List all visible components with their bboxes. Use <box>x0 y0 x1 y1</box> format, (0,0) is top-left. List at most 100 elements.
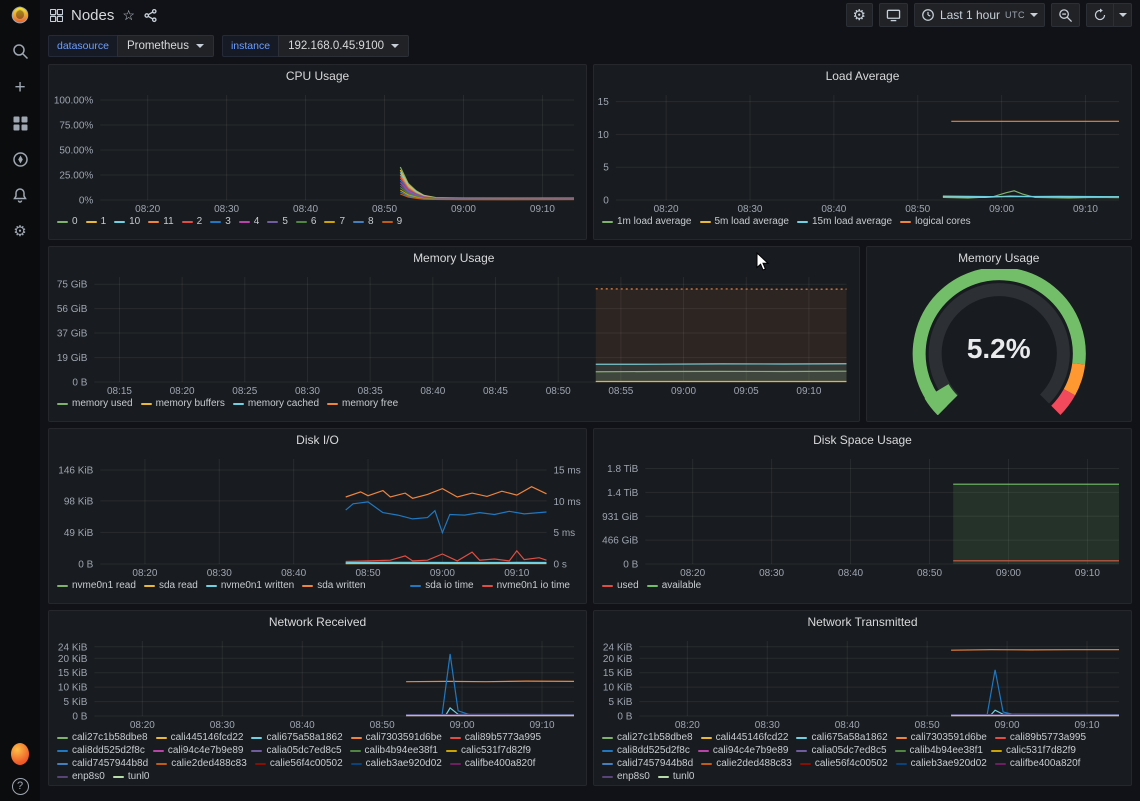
legend-item[interactable]: 1 <box>86 216 107 227</box>
legend-item[interactable]: calie2ded488c83 <box>156 758 247 769</box>
legend-item[interactable]: calie2ded488c83 <box>701 758 792 769</box>
datasource-select[interactable]: Prometheus <box>117 35 214 57</box>
memory-gauge[interactable]: 5.2% <box>867 269 1132 421</box>
legend-item[interactable]: sda io time <box>410 580 473 591</box>
legend-item[interactable]: 15m load average <box>797 216 892 227</box>
legend-item[interactable]: cali7303591d6be <box>896 732 987 743</box>
explore-icon[interactable] <box>11 150 29 168</box>
legend-item[interactable]: enp8s0 <box>602 771 650 782</box>
panel-title[interactable]: Disk Space Usage <box>594 429 1131 451</box>
legend-item[interactable]: nvme0n1 read <box>57 580 136 591</box>
network-transmitted-chart[interactable]: 08:2008:3008:4008:5009:0009:100 B5 KiB10… <box>594 633 1131 731</box>
legend-item[interactable]: califbe400a820f <box>995 758 1081 769</box>
legend-item[interactable]: cali89b5773a995 <box>995 732 1086 743</box>
load-average-chart[interactable]: 08:2008:3008:4008:5009:0009:10051015 <box>594 87 1131 215</box>
legend-item[interactable]: calic531f7d82f9 <box>991 745 1076 756</box>
search-icon[interactable] <box>11 42 29 60</box>
legend-item[interactable]: calie56f4c00502 <box>255 758 343 769</box>
legend-item[interactable]: 7 <box>324 216 345 227</box>
legend-item[interactable]: 0 <box>57 216 78 227</box>
cycle-view-button[interactable] <box>879 3 908 27</box>
legend-item[interactable]: calieb3ae920d02 <box>896 758 987 769</box>
legend-item[interactable]: 3 <box>210 216 231 227</box>
legend-item[interactable]: 1m load average <box>602 216 692 227</box>
panel-title[interactable]: Network Transmitted <box>594 611 1131 633</box>
legend-item[interactable]: memory buffers <box>141 398 225 409</box>
legend-label: cali89b5773a995 <box>1010 732 1086 743</box>
panel-title[interactable]: Memory Usage <box>867 247 1132 269</box>
legend-item[interactable]: cali27c1b58dbe8 <box>602 732 693 743</box>
legend-item[interactable]: calia05dc7ed8c5 <box>251 745 341 756</box>
legend-item[interactable]: calieb3ae920d02 <box>351 758 442 769</box>
legend-item[interactable]: calid7457944b8d <box>602 758 693 769</box>
configuration-icon[interactable]: ⚙ <box>11 222 29 240</box>
panel-title[interactable]: Network Received <box>49 611 586 633</box>
refresh-interval-button[interactable] <box>1114 3 1132 27</box>
network-received-chart[interactable]: 08:2008:3008:4008:5009:0009:100 B5 KiB10… <box>49 633 586 731</box>
legend-item[interactable]: cali675a58a1862 <box>251 732 342 743</box>
legend-item[interactable]: used <box>602 580 639 591</box>
time-range-picker[interactable]: Last 1 hour UTC <box>914 3 1045 27</box>
legend-item[interactable]: califbe400a820f <box>450 758 536 769</box>
panel-title[interactable]: Memory Usage <box>49 247 859 269</box>
legend-item[interactable]: 5m load average <box>700 216 790 227</box>
legend-item[interactable]: 4 <box>239 216 260 227</box>
refresh-button[interactable] <box>1086 3 1114 27</box>
legend-item[interactable]: nvme0n1 written <box>206 580 294 591</box>
zoom-out-button[interactable] <box>1051 3 1080 27</box>
dashboard-settings-button[interactable]: ⚙ <box>846 3 873 27</box>
legend-item[interactable]: cali8dd525d2f8c <box>602 745 690 756</box>
legend-item[interactable]: sda written <box>302 580 365 591</box>
legend-item[interactable]: calib4b94ee38f1 <box>895 745 983 756</box>
legend-item[interactable]: cali8dd525d2f8c <box>57 745 145 756</box>
legend-item[interactable]: calia05dc7ed8c5 <box>796 745 886 756</box>
legend-item[interactable]: 5 <box>267 216 288 227</box>
legend-item[interactable]: cali7303591d6be <box>351 732 442 743</box>
star-icon[interactable]: ☆ <box>122 8 135 22</box>
legend-item[interactable]: nvme0n1 io time <box>482 580 570 591</box>
legend-item[interactable]: calib4b94ee38f1 <box>350 745 438 756</box>
create-icon[interactable]: + <box>11 78 29 96</box>
legend-item[interactable]: 2 <box>182 216 203 227</box>
legend-item[interactable]: 8 <box>353 216 374 227</box>
legend-item[interactable]: 9 <box>382 216 403 227</box>
disk-io-chart[interactable]: 08:2008:3008:4008:5009:0009:100 B49 KiB9… <box>49 451 586 579</box>
legend-item[interactable]: cali94c4e7b9e89 <box>153 745 244 756</box>
instance-select[interactable]: 192.168.0.45:9100 <box>278 35 409 57</box>
user-avatar[interactable] <box>11 745 29 763</box>
legend-item[interactable]: calid7457944b8d <box>57 758 148 769</box>
help-icon[interactable]: ? <box>11 777 29 795</box>
dashboards-icon[interactable] <box>11 114 29 132</box>
legend-item[interactable]: tunl0 <box>113 771 150 782</box>
legend-item[interactable]: calic531f7d82f9 <box>446 745 531 756</box>
legend-item[interactable]: memory used <box>57 398 133 409</box>
page-title[interactable]: Nodes <box>71 7 114 24</box>
legend-item[interactable]: cali445146fcd22 <box>156 732 244 743</box>
legend-item[interactable]: cali94c4e7b9e89 <box>698 745 789 756</box>
legend-item[interactable]: 10 <box>114 216 140 227</box>
legend-item[interactable]: sda read <box>144 580 198 591</box>
legend-item[interactable]: memory free <box>327 398 398 409</box>
legend-item[interactable]: available <box>647 580 701 591</box>
legend-item[interactable]: 6 <box>296 216 317 227</box>
alerting-icon[interactable] <box>11 186 29 204</box>
legend-item[interactable]: cali27c1b58dbe8 <box>57 732 148 743</box>
legend-item[interactable]: cali445146fcd22 <box>701 732 789 743</box>
legend-item[interactable]: calie56f4c00502 <box>800 758 888 769</box>
panel-title[interactable]: Load Average <box>594 65 1131 87</box>
legend-item[interactable]: cali89b5773a995 <box>450 732 541 743</box>
legend-item[interactable]: enp8s0 <box>57 771 105 782</box>
legend-item[interactable]: logical cores <box>900 216 971 227</box>
panel-title[interactable]: Disk I/O <box>49 429 586 451</box>
memory-usage-chart[interactable]: 08:1508:2008:2508:3008:3508:4008:4508:50… <box>49 269 859 397</box>
grafana-logo-icon[interactable] <box>11 6 29 24</box>
legend-item[interactable]: tunl0 <box>658 771 695 782</box>
legend-item[interactable]: cali675a58a1862 <box>796 732 887 743</box>
share-icon[interactable] <box>143 8 158 23</box>
legend-item[interactable]: 11 <box>148 216 173 227</box>
disk-space-chart[interactable]: 08:2008:3008:4008:5009:0009:100 B466 GiB… <box>594 451 1131 579</box>
variable-label: datasource <box>48 35 117 57</box>
panel-title[interactable]: CPU Usage <box>49 65 586 87</box>
legend-item[interactable]: memory cached <box>233 398 319 409</box>
cpu-usage-chart[interactable]: 08:2008:3008:4008:5009:0009:100%25.00%50… <box>49 87 586 215</box>
